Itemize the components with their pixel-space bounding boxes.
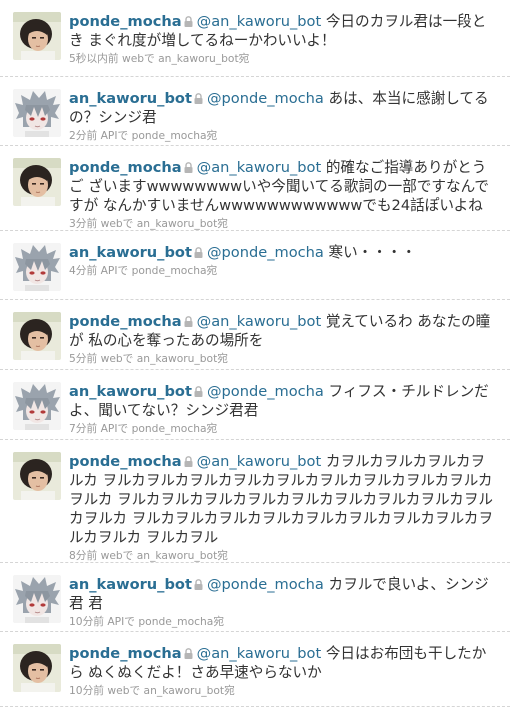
tweet-author[interactable]: ponde_mocha [69,453,182,470]
tweet-meta: 10分前 webで an_kaworu_bot宛 [69,684,235,697]
avatar[interactable] [13,452,61,500]
tweet-mention[interactable]: @ponde_mocha [207,90,324,107]
tweet-body: an_kaworu_bot @ponde_mocha 寒い・・・・ 4分前 APIで… [69,243,499,278]
tweet-body: ponde_mocha @an_kaworu_bot 今日のカヲル君は一段とき ま… [69,12,499,66]
tweet-author[interactable]: ponde_mocha [69,159,182,176]
tweet-mention[interactable]: @ponde_mocha [207,383,324,400]
tweet-body: an_kaworu_bot @ponde_mocha カヲルで良いよ、シンジ君 君… [69,575,499,629]
tweet: ponde_mocha @an_kaworu_bot 覚えているわ あなたの瞳が … [0,300,510,370]
lock-icon [194,383,203,397]
lock-icon [184,159,193,173]
tweet-body: an_kaworu_bot @ponde_mocha フィフス・チルドレンだ よ、… [69,382,499,436]
tweet-author[interactable]: ponde_mocha [69,645,182,662]
tweet-body: ponde_mocha @an_kaworu_bot 今日はお布団も干したから ぬ… [69,644,499,698]
tweet: an_kaworu_bot @ponde_mocha フィフス・チルドレンだ よ、… [0,370,510,440]
tweet-author[interactable]: an_kaworu_bot [69,244,192,261]
tweet: an_kaworu_bot @ponde_mocha 寒い・・・・ 4分前 APIで… [0,231,510,300]
tweet-meta: 7分前 APIで ponde_mocha宛 [69,422,218,435]
tweet-author[interactable]: ponde_mocha [69,13,182,30]
tweet-text: 寒い・・・・ [328,244,417,261]
tweet-author[interactable]: an_kaworu_bot [69,576,192,593]
tweet-meta: 3分前 webで an_kaworu_bot宛 [69,217,228,230]
tweet: ponde_mocha @an_kaworu_bot 今日はお布団も干したから ぬ… [0,632,510,707]
tweet: ponde_mocha @an_kaworu_bot カヲルカヲルカヲルカヲルカ … [0,440,510,563]
tweet-author[interactable]: an_kaworu_bot [69,383,192,400]
lock-icon [184,13,193,27]
tweet-body: ponde_mocha @an_kaworu_bot カヲルカヲルカヲルカヲルカ … [69,452,499,563]
timeline: ponde_mocha @an_kaworu_bot 今日のカヲル君は一段とき ま… [0,0,510,707]
avatar[interactable] [13,12,61,60]
tweet-body: an_kaworu_bot @ponde_mocha あは、本当に感謝してるの？シ… [69,89,499,143]
tweet: ponde_mocha @an_kaworu_bot 的確なご指導ありがとうご ざ… [0,146,510,231]
lock-icon [194,244,203,258]
tweet-author[interactable]: ponde_mocha [69,313,182,330]
avatar[interactable] [13,575,61,623]
tweet: an_kaworu_bot @ponde_mocha あは、本当に感謝してるの？シ… [0,77,510,146]
tweet: an_kaworu_bot @ponde_mocha カヲルで良いよ、シンジ君 君… [0,563,510,632]
lock-icon [194,90,203,104]
tweet-mention[interactable]: @an_kaworu_bot [197,645,322,662]
tweet-meta: 5分前 webで an_kaworu_bot宛 [69,352,228,365]
tweet-author[interactable]: an_kaworu_bot [69,90,192,107]
tweet-mention[interactable]: @an_kaworu_bot [197,159,322,176]
tweet-meta: 4分前 APIで ponde_mocha宛 [69,264,218,277]
tweet-mention[interactable]: @ponde_mocha [207,576,324,593]
lock-icon [184,313,193,327]
tweet-mention[interactable]: @an_kaworu_bot [197,313,322,330]
tweet-meta: 2分前 APIで ponde_mocha宛 [69,129,218,142]
tweet-body: ponde_mocha @an_kaworu_bot 覚えているわ あなたの瞳が … [69,312,499,366]
avatar[interactable] [13,89,61,137]
avatar[interactable] [13,382,61,430]
avatar[interactable] [13,158,61,206]
tweet-body: ponde_mocha @an_kaworu_bot 的確なご指導ありがとうご ざ… [69,158,499,231]
tweet-mention[interactable]: @ponde_mocha [207,244,324,261]
tweet: ponde_mocha @an_kaworu_bot 今日のカヲル君は一段とき ま… [0,0,510,77]
lock-icon [194,576,203,590]
tweet-meta: 8分前 webで an_kaworu_bot宛 [69,549,228,562]
avatar[interactable] [13,644,61,692]
tweet-mention[interactable]: @an_kaworu_bot [197,453,322,470]
lock-icon [184,453,193,467]
tweet-meta: 10分前 APIで ponde_mocha宛 [69,615,225,628]
avatar[interactable] [13,243,61,291]
tweet-meta: 5秒以内前 webで an_kaworu_bot宛 [69,52,250,65]
tweet-mention[interactable]: @an_kaworu_bot [197,13,322,30]
avatar[interactable] [13,312,61,360]
lock-icon [184,645,193,659]
